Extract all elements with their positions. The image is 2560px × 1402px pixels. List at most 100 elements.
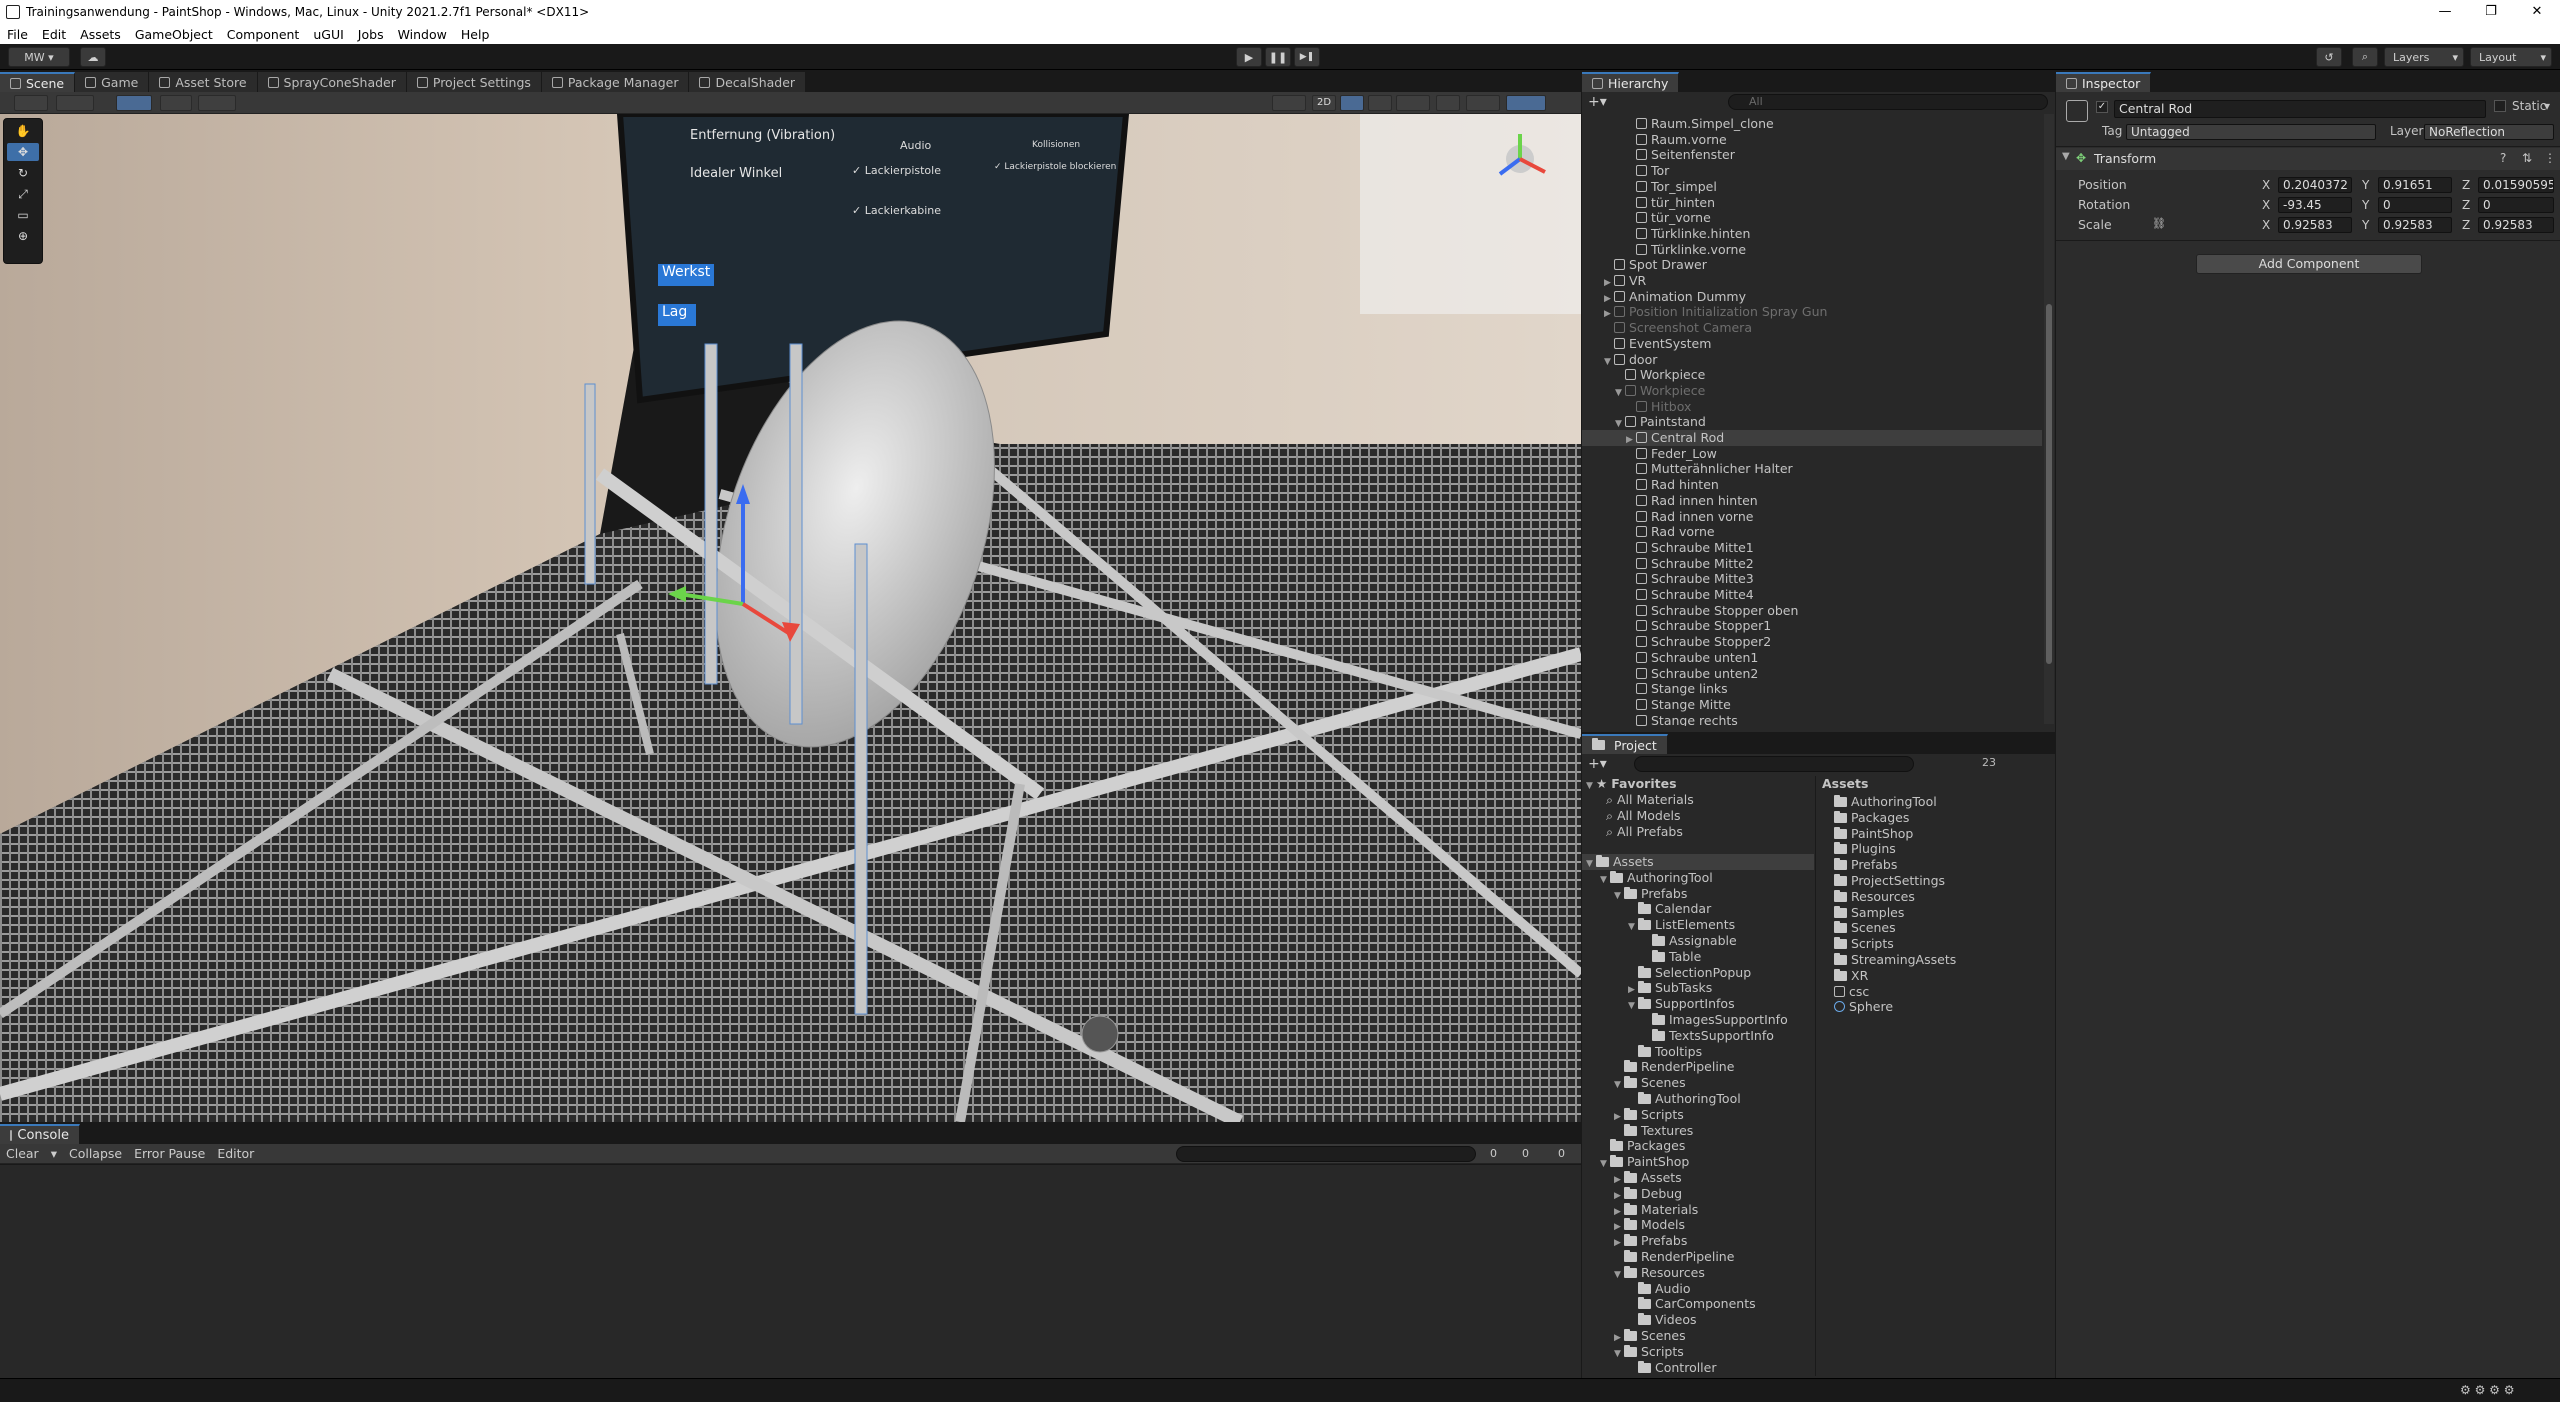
create-asset-button[interactable]: +▾ [1588, 756, 1607, 772]
hierarchy-item[interactable]: Türklinke.hinten [1582, 226, 1750, 242]
project-folder-item[interactable]: ▶ SubTasks [1582, 980, 1712, 996]
history-icon[interactable]: ↺ [2316, 47, 2342, 67]
hierarchy-item[interactable]: Workpiece [1582, 367, 1705, 383]
pause-button[interactable]: ❚❚ [1265, 47, 1291, 67]
more-options-icon[interactable]: ⋮ [2544, 151, 2556, 165]
project-folder-item[interactable]: ▼ SupportInfos [1582, 996, 1735, 1012]
snap-increment-button[interactable] [160, 95, 192, 111]
account-dropdown[interactable]: MW ▾ [8, 47, 70, 67]
project-folder-item[interactable]: ImagesSupportInfo [1582, 1012, 1788, 1028]
project-folder-item[interactable]: ▼ Scenes [1582, 1075, 1686, 1091]
asset-item[interactable]: Prefabs [1822, 857, 1897, 873]
hierarchy-item[interactable]: Stange Mitte [1582, 697, 1731, 713]
camera-dropdown[interactable] [1466, 95, 1500, 111]
rotate-tool-icon[interactable]: ↻ [7, 164, 39, 182]
asset-item[interactable]: Sphere [1822, 999, 1893, 1015]
hierarchy-item[interactable]: Tor_simpel [1582, 179, 1717, 195]
hierarchy-item[interactable]: Hitbox [1582, 399, 1691, 415]
cloud-icon[interactable]: ☁ [80, 47, 106, 67]
asset-item[interactable]: Scenes [1822, 920, 1896, 936]
hierarchy-item[interactable]: Schraube Stopper2 [1582, 634, 1771, 650]
transform-tool-icon[interactable]: ⊕ [7, 227, 39, 245]
status-icons[interactable]: ⚙ ⚙ ⚙ ⚙ [2460, 1383, 2514, 1397]
rotation-z-field[interactable]: 0 [2478, 197, 2554, 213]
menu-item-ugui[interactable]: uGUI [306, 27, 350, 42]
project-folder-item[interactable]: ▶ Scenes [1582, 1328, 1686, 1344]
audio-toggle[interactable] [1368, 95, 1392, 111]
tab-console[interactable]: Console [0, 1124, 80, 1144]
minimize-button[interactable]: — [2422, 0, 2468, 24]
project-folder-item[interactable]: ▼ PaintShop [1582, 1154, 1689, 1170]
hierarchy-item[interactable]: Rad hinten [1582, 477, 1719, 493]
hierarchy-item[interactable]: Schraube Stopper1 [1582, 618, 1771, 634]
2d-toggle[interactable]: 2D [1312, 95, 1336, 111]
hierarchy-item[interactable]: Schraube Mitte4 [1582, 587, 1754, 603]
close-button[interactable]: ✕ [2514, 0, 2560, 24]
tab-game[interactable]: Game [75, 72, 150, 92]
hierarchy-item[interactable]: Schraube Mitte3 [1582, 571, 1754, 587]
hierarchy-search-input[interactable]: All [1728, 94, 2048, 110]
object-name-field[interactable]: Central Rod [2114, 100, 2486, 118]
menu-item-help[interactable]: Help [454, 27, 497, 42]
hierarchy-item[interactable]: Stange links [1582, 681, 1728, 697]
menu-item-gameobject[interactable]: GameObject [128, 27, 220, 42]
project-folder-item[interactable]: ▶ Assets [1582, 1170, 1682, 1186]
static-dropdown-icon[interactable]: ▾ [2544, 99, 2550, 113]
favorites-header[interactable]: ▼ ★ Favorites [1582, 776, 1677, 792]
project-folder-item[interactable]: ▼ Assets [1582, 854, 1814, 870]
project-folder-item[interactable]: SelectionPopup [1582, 965, 1751, 981]
constrain-proportions-icon[interactable]: ⛓ [2152, 217, 2166, 230]
project-folder-item[interactable]: ▶ Scripts [1582, 1107, 1684, 1123]
position-y-field[interactable]: 0.91651 [2378, 177, 2452, 193]
search-icon[interactable]: ⌕ [2352, 47, 2378, 67]
project-folder-item[interactable]: CarComponents [1582, 1296, 1756, 1312]
project-folder-item[interactable]: RenderPipeline [1582, 1249, 1734, 1265]
asset-item[interactable]: PaintShop [1822, 826, 1913, 842]
asset-item[interactable]: StreamingAssets [1822, 952, 1956, 968]
hierarchy-item[interactable]: Schraube Stopper oben [1582, 603, 1798, 619]
tab-hierarchy[interactable]: Hierarchy [1582, 72, 1680, 92]
asset-item[interactable]: Plugins [1822, 841, 1896, 857]
tag-dropdown[interactable]: Untagged [2126, 124, 2376, 140]
project-folder-item[interactable]: ▶ Prefabs [1582, 1233, 1687, 1249]
help-icon[interactable]: ? [2500, 151, 2506, 165]
project-folder-item[interactable]: Calendar [1582, 901, 1711, 917]
project-folder-item[interactable]: AuthoringTool [1582, 1091, 1741, 1107]
hierarchy-item[interactable]: Spot Drawer [1582, 257, 1707, 273]
hierarchy-item[interactable]: ▶ VR [1582, 273, 1646, 289]
project-folder-item[interactable]: Tooltips [1582, 1044, 1702, 1060]
hierarchy-item[interactable]: tür_vorne [1582, 210, 1711, 226]
lighting-toggle[interactable] [1340, 95, 1364, 111]
assets-breadcrumb[interactable]: Assets [1822, 776, 1868, 792]
position-z-field[interactable]: 0.01590595 [2478, 177, 2554, 193]
active-checkbox[interactable]: ✓ [2096, 101, 2108, 113]
hierarchy-item[interactable]: Türklinke.vorne [1582, 242, 1746, 258]
gizmos-dropdown[interactable] [1506, 95, 1546, 111]
project-folder-item[interactable]: ▼ Prefabs [1582, 886, 1687, 902]
menu-item-component[interactable]: Component [220, 27, 307, 42]
project-folder-item[interactable]: Textures [1582, 1123, 1693, 1139]
step-button[interactable]: ▶❚ [1294, 47, 1320, 67]
asset-item[interactable]: csc [1822, 984, 1869, 1000]
favorite-item[interactable]: ⌕ All Materials [1582, 792, 1694, 808]
asset-item[interactable]: Packages [1822, 810, 1909, 826]
error-count[interactable]: 0 [1552, 1147, 1571, 1160]
project-folder-item[interactable]: ▶ Models [1582, 1217, 1685, 1233]
add-object-button[interactable]: +▾ [1588, 94, 1607, 110]
hierarchy-item[interactable]: Schraube Mitte1 [1582, 540, 1754, 556]
asset-item[interactable]: Resources [1822, 889, 1915, 905]
draw-mode-dropdown[interactable] [14, 95, 48, 111]
tab-asset-store[interactable]: Asset Store [149, 72, 258, 92]
hierarchy-item[interactable]: Screenshot Camera [1582, 320, 1752, 336]
project-folder-item[interactable]: Controller [1582, 1360, 1717, 1376]
asset-item[interactable]: AuthoringTool [1822, 794, 1937, 810]
layout-dropdown[interactable]: Layout ▾ [2470, 47, 2552, 67]
error-pause-button[interactable]: Error Pause [128, 1146, 211, 1161]
orientation-dropdown[interactable] [1272, 95, 1306, 111]
project-folder-item[interactable]: Videos [1582, 1312, 1697, 1328]
menu-item-edit[interactable]: Edit [35, 27, 73, 42]
hidden-packages-count[interactable]: 23 [1982, 756, 1996, 769]
hidden-objects-toggle[interactable] [1436, 95, 1460, 111]
hierarchy-item[interactable]: Tor [1582, 163, 1669, 179]
favorite-item[interactable]: ⌕ All Models [1582, 808, 1681, 824]
